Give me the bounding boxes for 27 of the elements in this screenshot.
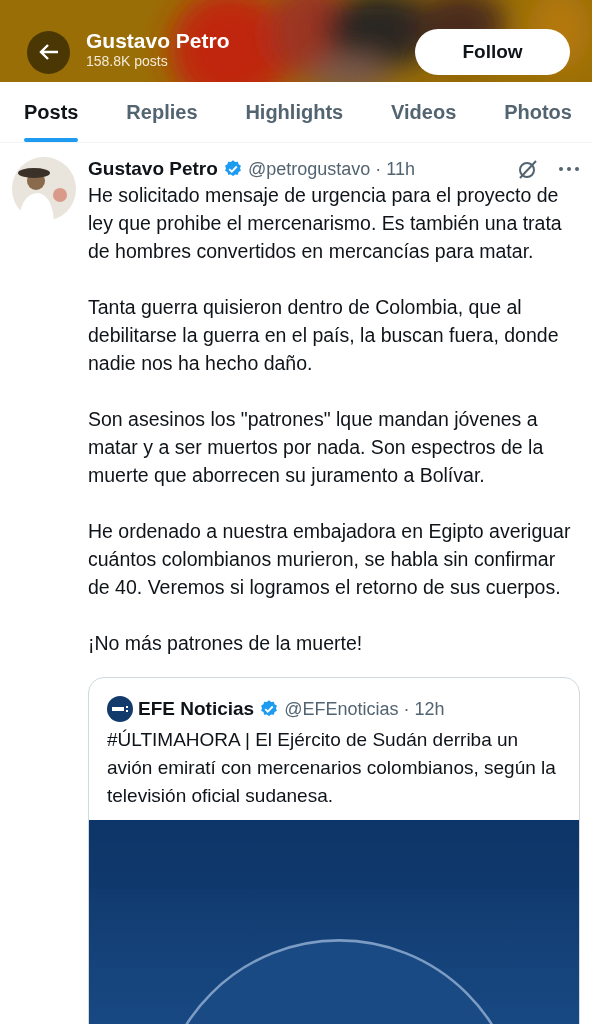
post-time: 11h: [386, 158, 415, 180]
profile-name: Gustavo Petro: [86, 28, 231, 53]
author-handle: @petrogustavo: [247, 158, 371, 180]
profile-tab[interactable]: Highlights: [233, 82, 356, 142]
post-paragraph: He solicitado mensaje de urgencia para el proyecto de ley que prohibe el mercenarismo. Es también una trata de hombres convertidos en mercancías para matar.: [88, 183, 563, 264]
post-count: 158.8K posts: [86, 52, 169, 70]
quoted-author-name: EFE Noticias: [138, 698, 255, 720]
post-paragraph: ¡No más patrones de la muerte!: [88, 631, 364, 656]
more-options-icon[interactable]: [558, 166, 580, 172]
avatar: [12, 157, 76, 221]
follow-button[interactable]: Follow: [415, 29, 570, 75]
news-logo-icon: [107, 696, 133, 722]
profile-tab[interactable]: Photos: [492, 82, 584, 142]
separator-dot: ·: [375, 158, 382, 180]
separator-dot: ·: [403, 698, 410, 720]
quoted-post-time: 12h: [414, 698, 445, 720]
quoted-post-card[interactable]: EFE Noticias @EFEnoticias · 12h #ÚLTIMAHORA | El Ejército de Sudán derriba un avión emiratí con mercenarios colombianos, según la televisión oficial sudanesa.: [88, 677, 580, 1024]
post-paragraph: He ordenado a nuestra embajadora en Egipto averiguar cuántos colombianos murieron, se habla sin confirmar de 40. Veremos si logramos el retorno de sus cuerpos.: [88, 519, 572, 600]
back-arrow-icon: [38, 43, 59, 61]
post-paragraph: Tanta guerra quisieron dentro de Colombia, que al debilitarse la guerra en el país, la buscan fuera, donde nadie nos ha hecho daño.: [88, 295, 560, 376]
post-paragraph: Son asesinos los "patrones" lque mandan jóvenes a matar y a ser muertos por nada. Son espectros de la muerte que aborrecen su juramento a Bolívar.: [88, 407, 545, 488]
quoted-author-handle: @EFEnoticias: [284, 698, 399, 720]
author-name: Gustavo Petro: [88, 158, 218, 180]
quoted-post-text: #ÚLTIMAHORA | El Ejército de Sudán derriba un avión emiratí con mercenarios colombianos, según la televisión oficial sudanesa.: [106, 728, 557, 808]
profile-tab[interactable]: Videos: [379, 82, 469, 142]
profile-tab[interactable]: Replies: [114, 82, 210, 142]
profile-tab[interactable]: Posts: [12, 82, 91, 142]
